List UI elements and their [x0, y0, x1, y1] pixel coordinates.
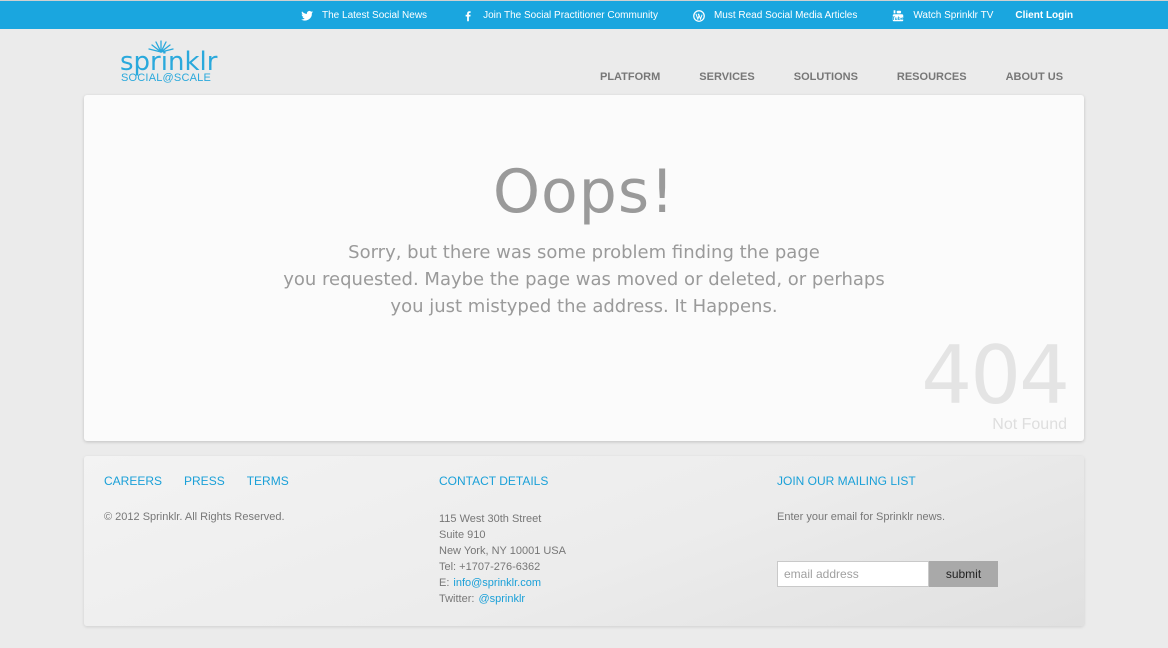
- footer: CAREERS PRESS TERMS © 2012 Sprinklr. All…: [84, 456, 1084, 626]
- top-link-label: Must Read Social Media Articles: [713, 10, 858, 21]
- mailing-description: Enter your email for Sprinklr news.: [777, 511, 946, 523]
- footer-links: CAREERS PRESS TERMS: [104, 474, 289, 488]
- mailing-form: submit: [777, 561, 998, 587]
- error-message-line: you just mistyped the address. It Happen…: [390, 296, 778, 317]
- address-city: New York, NY 10001 USA: [439, 545, 566, 557]
- contact-twitter-label: Twitter:: [439, 593, 475, 605]
- nav-item-solutions[interactable]: SOLUTIONS: [794, 71, 858, 83]
- address-suite: Suite 910: [439, 529, 486, 541]
- contact-column: CONTACT DETAILS 115 West 30th Street Sui…: [439, 474, 566, 607]
- error-message: Sorry, but there was some problem findin…: [84, 239, 1084, 320]
- top-bar: The Latest Social News Join The Social P…: [0, 0, 1168, 29]
- copyright: © 2012 Sprinklr. All Rights Reserved.: [104, 511, 285, 523]
- nav-item-about-us[interactable]: ABOUT US: [1006, 71, 1063, 83]
- top-link-articles[interactable]: Must Read Social Media Articles: [692, 9, 857, 23]
- main-nav: PLATFORM SERVICES SOLUTIONS RESOURCES AB…: [600, 71, 1063, 83]
- email-input[interactable]: [777, 561, 929, 587]
- top-link-label: Watch Sprinklr TV: [913, 10, 994, 21]
- contact-twitter-row: Twitter: @sprinklr: [439, 591, 566, 607]
- svg-text:Tube: Tube: [893, 15, 905, 21]
- sprinklr-logo[interactable]: sprinklr SOCIAL@SCALE: [120, 36, 220, 88]
- wordpress-icon: [693, 9, 705, 22]
- contact-twitter-link[interactable]: @sprinklr: [478, 591, 525, 607]
- error-panel: Oops! Sorry, but there was some problem …: [84, 95, 1084, 441]
- nav-item-services[interactable]: SERVICES: [699, 71, 754, 83]
- facebook-icon: [465, 10, 471, 21]
- address-street: 115 West 30th Street: [439, 513, 542, 525]
- footer-link-careers[interactable]: CAREERS: [104, 474, 162, 488]
- submit-button[interactable]: submit: [929, 561, 998, 587]
- contact-address: 115 West 30th Street Suite 910 New York,…: [439, 511, 566, 607]
- footer-link-press[interactable]: PRESS: [184, 474, 225, 488]
- top-link-social-news[interactable]: The Latest Social News: [300, 9, 427, 23]
- contact-heading: CONTACT DETAILS: [439, 474, 549, 488]
- nav-item-resources[interactable]: RESOURCES: [897, 71, 967, 83]
- footer-links-column: CAREERS PRESS TERMS © 2012 Sprinklr. All…: [104, 474, 289, 523]
- nav-item-platform[interactable]: PLATFORM: [600, 71, 660, 83]
- error-message-line: you requested. Maybe the page was moved …: [283, 269, 885, 290]
- client-login-link[interactable]: Client Login: [1015, 10, 1073, 21]
- contact-tel: Tel: +1707-276-6362: [439, 561, 541, 573]
- mailing-heading: JOIN OUR MAILING LIST: [777, 474, 916, 488]
- logo-tagline: SOCIAL@SCALE: [121, 72, 211, 84]
- contact-email-label: E:: [439, 577, 450, 589]
- twitter-icon: [301, 10, 314, 21]
- error-code-label: Not Found: [992, 416, 1067, 433]
- error-code: 404: [921, 329, 1070, 422]
- error-message-line: Sorry, but there was some problem findin…: [348, 242, 820, 263]
- top-links: The Latest Social News Join The Social P…: [300, 1, 1073, 30]
- top-link-tv[interactable]: Tube Watch Sprinklr TV: [891, 9, 993, 23]
- footer-link-terms[interactable]: TERMS: [247, 474, 289, 488]
- top-link-label: The Latest Social News: [322, 10, 428, 21]
- top-link-community[interactable]: Join The Social Practitioner Community: [461, 9, 658, 23]
- error-heading: Oops!: [492, 157, 676, 227]
- top-link-label: Join The Social Practitioner Community: [483, 10, 658, 21]
- youtube-icon: Tube: [893, 9, 905, 21]
- contact-email-link[interactable]: info@sprinklr.com: [453, 575, 541, 591]
- contact-email-row: E: info@sprinklr.com: [439, 575, 566, 591]
- mailing-column: JOIN OUR MAILING LIST Enter your email f…: [777, 474, 998, 587]
